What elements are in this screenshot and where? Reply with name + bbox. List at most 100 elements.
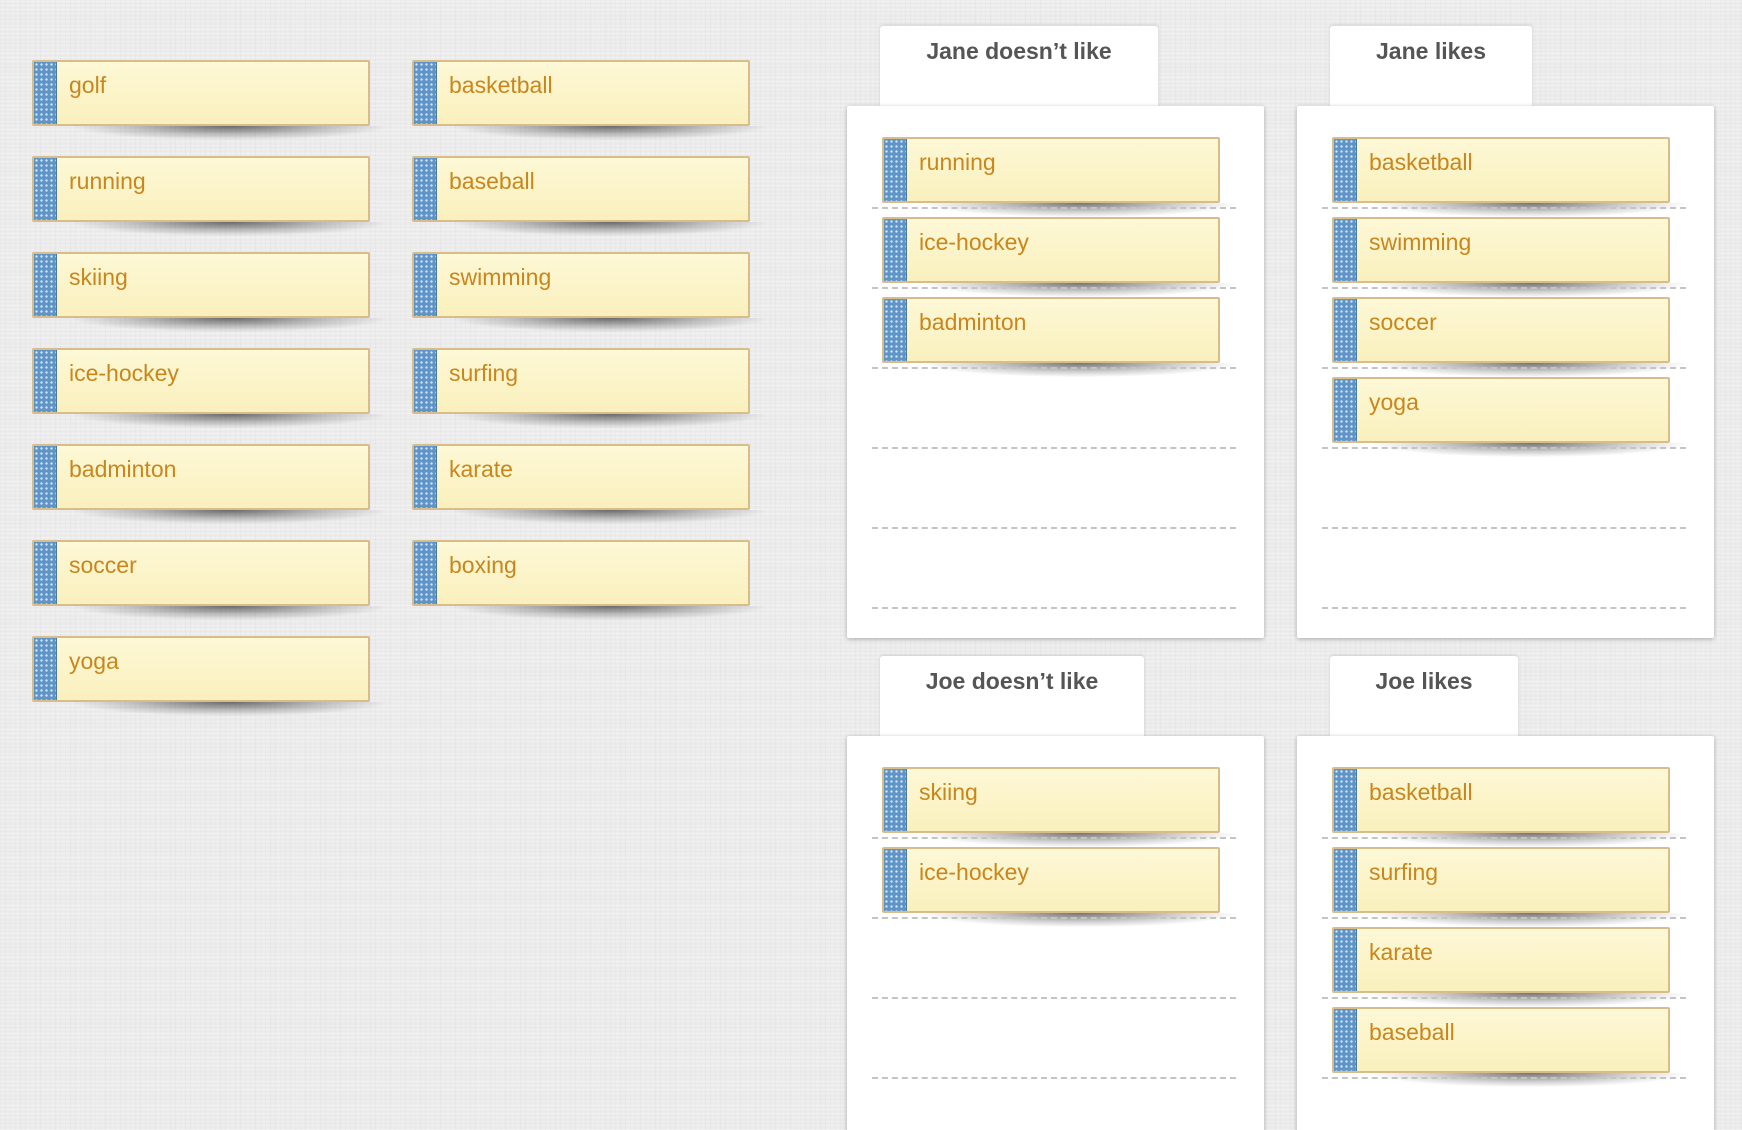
source-card[interactable]: karate <box>412 444 766 524</box>
source-card[interactable]: ice-hockey <box>32 348 386 428</box>
drag-handle-icon[interactable] <box>1334 849 1357 911</box>
card-label: ice-hockey <box>919 229 1029 255</box>
drag-handle-icon[interactable] <box>884 849 907 911</box>
slot-divider <box>1322 1077 1686 1079</box>
placed-card[interactable]: surfing <box>1332 847 1686 927</box>
source-card[interactable]: soccer <box>32 540 386 620</box>
placed-card[interactable]: running <box>882 137 1236 217</box>
slot-divider <box>872 527 1236 529</box>
placed-card[interactable]: swimming <box>1332 217 1686 297</box>
card-label: yoga <box>1369 389 1419 415</box>
drag-handle-icon[interactable] <box>1334 769 1357 831</box>
drag-handle-icon[interactable] <box>1334 219 1357 281</box>
drop-box-joe-dislikes[interactable]: skiing ice-hockey <box>847 736 1264 1130</box>
source-card[interactable]: badminton <box>32 444 386 524</box>
card-label: surfing <box>449 360 519 386</box>
drop-box-joe-likes[interactable]: basketball surfing karate baseball <box>1297 736 1714 1130</box>
card-label: running <box>919 149 996 175</box>
drag-handle-icon[interactable] <box>34 446 57 508</box>
drag-handle-icon[interactable] <box>34 350 57 412</box>
slot-divider <box>872 447 1236 449</box>
drag-handle-icon[interactable] <box>414 158 437 220</box>
placed-card[interactable]: karate <box>1332 927 1686 1007</box>
drop-box-jane-likes[interactable]: basketball swimming soccer yoga <box>1297 106 1714 638</box>
slot-divider <box>1322 207 1686 209</box>
slot-divider <box>1322 447 1686 449</box>
slot-divider <box>1322 607 1686 609</box>
source-card[interactable]: skiing <box>32 252 386 332</box>
drag-handle-icon[interactable] <box>1334 1009 1357 1071</box>
placed-card[interactable]: ice-hockey <box>882 217 1236 297</box>
source-card[interactable]: basketball <box>412 60 766 140</box>
slot-divider <box>872 837 1236 839</box>
card-label: ice-hockey <box>69 360 179 386</box>
placed-card[interactable]: basketball <box>1332 137 1686 217</box>
source-card[interactable]: boxing <box>412 540 766 620</box>
box-title: Jane doesn’t like <box>926 38 1112 64</box>
drag-handle-icon[interactable] <box>1334 379 1357 441</box>
drag-handle-icon[interactable] <box>414 254 437 316</box>
card-label: swimming <box>449 264 552 290</box>
source-card[interactable]: golf <box>32 60 386 140</box>
slot-divider <box>1322 997 1686 999</box>
box-title: Jane likes <box>1376 38 1486 64</box>
drag-handle-icon[interactable] <box>414 350 437 412</box>
card-label: badminton <box>919 309 1027 335</box>
drag-handle-icon[interactable] <box>34 62 57 124</box>
card-label: basketball <box>449 72 553 98</box>
drag-handle-icon[interactable] <box>1334 929 1357 991</box>
placed-card[interactable]: basketball <box>1332 767 1686 847</box>
drag-handle-icon[interactable] <box>884 299 907 361</box>
drag-handle-icon[interactable] <box>884 219 907 281</box>
drag-handle-icon[interactable] <box>1334 299 1357 361</box>
card-label: soccer <box>1369 309 1437 335</box>
box-tab-joe-likes: Joe likes <box>1330 656 1518 738</box>
source-card[interactable]: baseball <box>412 156 766 236</box>
drag-handle-icon[interactable] <box>884 139 907 201</box>
card-label: baseball <box>1369 1019 1455 1045</box>
card-label: boxing <box>449 552 517 578</box>
box-tab-jane-likes: Jane likes <box>1330 26 1532 108</box>
box-tab-joe-dislikes: Joe doesn’t like <box>880 656 1144 738</box>
slot-divider <box>872 1077 1236 1079</box>
slot-divider <box>1322 287 1686 289</box>
drop-box-jane-dislikes[interactable]: running ice-hockey badminton <box>847 106 1264 638</box>
source-card[interactable]: swimming <box>412 252 766 332</box>
card-label: surfing <box>1369 859 1439 885</box>
card-label: ice-hockey <box>919 859 1029 885</box>
card-label: swimming <box>1369 229 1472 255</box>
placed-card[interactable]: skiing <box>882 767 1236 847</box>
card-label: skiing <box>69 264 128 290</box>
card-label: karate <box>1369 939 1433 965</box>
drag-handle-icon[interactable] <box>414 542 437 604</box>
drag-handle-icon[interactable] <box>34 638 57 700</box>
placed-card[interactable]: yoga <box>1332 377 1686 457</box>
slot-divider <box>1322 367 1686 369</box>
source-card[interactable]: running <box>32 156 386 236</box>
box-title: Joe likes <box>1375 668 1473 694</box>
drag-handle-icon[interactable] <box>1334 139 1357 201</box>
drag-handle-icon[interactable] <box>414 62 437 124</box>
drag-handle-icon[interactable] <box>884 769 907 831</box>
card-label: karate <box>449 456 513 482</box>
slot-divider <box>872 917 1236 919</box>
card-label: yoga <box>69 648 119 674</box>
slot-divider <box>872 997 1236 999</box>
slot-divider <box>1322 527 1686 529</box>
card-label: baseball <box>449 168 535 194</box>
source-card[interactable]: surfing <box>412 348 766 428</box>
card-label: running <box>69 168 146 194</box>
drag-handle-icon[interactable] <box>34 254 57 316</box>
slot-divider <box>872 367 1236 369</box>
source-card[interactable]: yoga <box>32 636 386 716</box>
drag-handle-icon[interactable] <box>414 446 437 508</box>
drag-handle-icon[interactable] <box>34 158 57 220</box>
card-label: skiing <box>919 779 978 805</box>
card-label: badminton <box>69 456 177 482</box>
placed-card[interactable]: baseball <box>1332 1007 1686 1087</box>
card-label: basketball <box>1369 149 1473 175</box>
drag-handle-icon[interactable] <box>34 542 57 604</box>
placed-card[interactable]: soccer <box>1332 297 1686 377</box>
placed-card[interactable]: ice-hockey <box>882 847 1236 927</box>
placed-card[interactable]: badminton <box>882 297 1236 377</box>
